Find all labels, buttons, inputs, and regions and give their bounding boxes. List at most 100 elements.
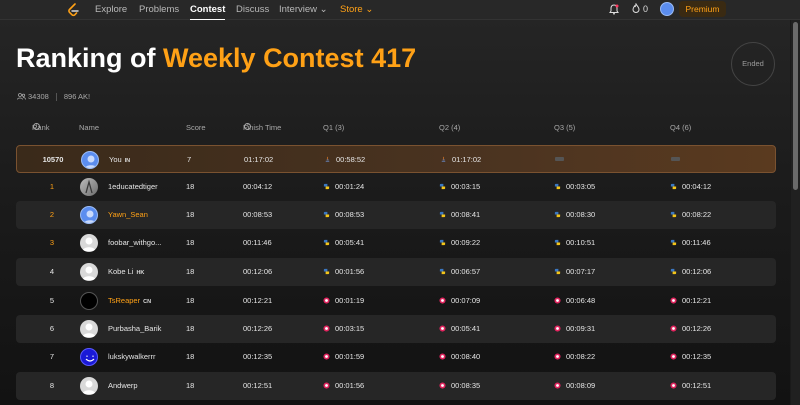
avatar[interactable] bbox=[80, 348, 98, 366]
default-avatar-icon bbox=[82, 323, 96, 337]
q3-time[interactable]: 00:08:30 bbox=[554, 201, 595, 229]
premium-button[interactable]: Premium bbox=[679, 1, 726, 17]
q1-time[interactable]: 00:05:41 bbox=[323, 229, 364, 257]
ranking-row[interactable]: 5 TsReaper CN 18 00:12:21 00:01:19 00:07:09 00:… bbox=[16, 287, 776, 315]
ranking-row[interactable]: 8 Andwerp 18 00:12:51 00:01:56 00:08:35 00:08:… bbox=[16, 372, 776, 400]
q3-time[interactable]: 00:06:48 bbox=[554, 287, 595, 315]
streak-counter[interactable]: 0 bbox=[632, 0, 648, 20]
username[interactable]: Yawn_Sean bbox=[108, 210, 148, 219]
username[interactable]: foobar_withgo... bbox=[108, 238, 161, 247]
submission-time: 00:08:09 bbox=[566, 381, 596, 390]
my-rank-row[interactable]: 10570 You IN 7 01:17:02 00:58:52 01:17:02 bbox=[16, 145, 776, 173]
avatar[interactable] bbox=[80, 377, 98, 395]
avatar[interactable] bbox=[80, 178, 98, 196]
nav-explore[interactable]: Explore bbox=[95, 0, 127, 20]
q2-time[interactable]: 00:05:41 bbox=[439, 315, 480, 343]
q2-time[interactable]: 00:06:57 bbox=[439, 258, 480, 286]
q1-time[interactable]: 00:08:53 bbox=[323, 201, 364, 229]
q1-time[interactable]: 00:01:24 bbox=[323, 173, 364, 201]
q2-time[interactable]: 01:17:02 bbox=[440, 146, 481, 174]
username[interactable]: 1educatedtiger bbox=[108, 182, 158, 191]
q2-time[interactable]: 00:08:41 bbox=[439, 201, 480, 229]
notification-bell-icon[interactable] bbox=[609, 4, 619, 15]
ranking-row[interactable]: 3 foobar_withgo... 18 00:11:46 00:05:41 00:09… bbox=[16, 229, 776, 257]
submission-time: 00:07:09 bbox=[451, 296, 481, 305]
q4-time[interactable]: 00:12:35 bbox=[670, 343, 711, 371]
username-cell[interactable]: Purbasha_Barik bbox=[108, 315, 161, 343]
q4-time[interactable]: 00:12:06 bbox=[670, 258, 711, 286]
q4-time[interactable]: 00:12:21 bbox=[670, 287, 711, 315]
info-icon[interactable]: i bbox=[33, 123, 40, 130]
q2-time[interactable]: 00:08:40 bbox=[439, 343, 480, 371]
page-scrollbar[interactable] bbox=[791, 20, 800, 405]
avatar[interactable] bbox=[80, 320, 98, 338]
python-icon bbox=[323, 183, 330, 190]
q3-time[interactable]: 00:07:17 bbox=[554, 258, 595, 286]
q1-time[interactable]: 00:01:56 bbox=[323, 372, 364, 400]
q4-time[interactable] bbox=[671, 146, 680, 174]
ranking-row[interactable]: 6 Purbasha_Barik 18 00:12:26 00:03:15 00:05:4… bbox=[16, 315, 776, 343]
nav-contest[interactable]: Contest bbox=[190, 0, 226, 21]
username[interactable]: Kobe Li bbox=[108, 267, 133, 276]
q4-time[interactable]: 00:11:46 bbox=[670, 229, 711, 257]
col-q1[interactable]: Q1 (3) bbox=[323, 123, 344, 132]
avatar[interactable] bbox=[80, 263, 98, 281]
username-cell[interactable]: Andwerp bbox=[108, 372, 138, 400]
q1-time[interactable]: 00:01:56 bbox=[323, 258, 364, 286]
q2-time[interactable]: 00:08:35 bbox=[439, 372, 480, 400]
q1-time[interactable]: 00:01:19 bbox=[323, 287, 364, 315]
q4-time[interactable]: 00:12:51 bbox=[670, 372, 711, 400]
q4-time[interactable]: 00:04:12 bbox=[670, 173, 711, 201]
q3-time[interactable]: 00:08:09 bbox=[554, 372, 595, 400]
col-q4[interactable]: Q4 (6) bbox=[670, 123, 691, 132]
username-cell[interactable]: 1educatedtiger bbox=[108, 173, 158, 201]
username-cell[interactable]: lukskywalkerrr bbox=[108, 343, 156, 371]
avatar[interactable] bbox=[81, 151, 99, 169]
col-q3[interactable]: Q3 (5) bbox=[554, 123, 575, 132]
username[interactable]: You bbox=[109, 155, 122, 164]
ranking-row[interactable]: 1 1educatedtiger 18 00:04:12 00:01:24 00:03:1… bbox=[16, 173, 776, 201]
scrollbar-thumb[interactable] bbox=[793, 22, 798, 190]
username[interactable]: TsReaper bbox=[108, 296, 140, 305]
q2-time[interactable]: 00:03:15 bbox=[439, 173, 480, 201]
cpp-icon bbox=[439, 353, 446, 360]
username[interactable]: lukskywalkerrr bbox=[108, 352, 156, 361]
nav-problems[interactable]: Problems bbox=[139, 0, 179, 20]
username-cell[interactable]: foobar_withgo... bbox=[108, 229, 161, 257]
nav-discuss[interactable]: Discuss bbox=[236, 0, 269, 20]
avatar[interactable] bbox=[80, 234, 98, 252]
rank-value: 3 bbox=[49, 238, 55, 247]
q3-time[interactable]: 00:09:31 bbox=[554, 315, 595, 343]
username-cell[interactable]: Kobe Li HK bbox=[108, 258, 144, 286]
leetcode-logo-icon[interactable] bbox=[66, 3, 80, 17]
ranking-row[interactable]: 4 Kobe Li HK 18 00:12:06 00:01:56 00:06:57 00:0… bbox=[16, 258, 776, 286]
username[interactable]: Andwerp bbox=[108, 381, 138, 390]
username-cell[interactable]: Yawn_Sean bbox=[108, 201, 148, 229]
q3-time[interactable]: 00:08:22 bbox=[554, 343, 595, 371]
q1-time[interactable]: 00:03:15 bbox=[323, 315, 364, 343]
q3-time[interactable]: 00:10:51 bbox=[554, 229, 595, 257]
fire-icon bbox=[632, 2, 640, 13]
info-icon[interactable]: i bbox=[244, 123, 251, 130]
q1-time[interactable]: 00:01:59 bbox=[323, 343, 364, 371]
q4-time[interactable]: 00:12:26 bbox=[670, 315, 711, 343]
ranking-row[interactable]: 7 lukskywalkerrr 18 00:12:35 00:01:59 00:08:4… bbox=[16, 343, 776, 371]
python-icon bbox=[439, 268, 446, 275]
username-cell[interactable]: TsReaper CN bbox=[108, 287, 151, 315]
col-q2[interactable]: Q2 (4) bbox=[439, 123, 460, 132]
user-avatar[interactable] bbox=[660, 2, 674, 16]
nav-store[interactable]: Store ⌄ bbox=[340, 0, 373, 20]
q2-time[interactable]: 00:07:09 bbox=[439, 287, 480, 315]
nav-interview[interactable]: Interview ⌄ bbox=[279, 0, 328, 20]
q4-time[interactable]: 00:08:22 bbox=[670, 201, 711, 229]
username-cell[interactable]: You IN bbox=[109, 146, 130, 174]
q1-time[interactable]: 00:58:52 bbox=[324, 146, 365, 174]
q3-time[interactable] bbox=[555, 146, 564, 174]
avatar[interactable] bbox=[80, 292, 98, 310]
q3-time[interactable]: 00:03:05 bbox=[554, 173, 595, 201]
avatar[interactable] bbox=[80, 206, 98, 224]
q2-time[interactable]: 00:09:22 bbox=[439, 229, 480, 257]
ranking-row[interactable]: 2 Yawn_Sean 18 00:08:53 00:08:53 00:08:41 00:0… bbox=[16, 201, 776, 229]
username[interactable]: Purbasha_Barik bbox=[108, 324, 161, 333]
python-icon bbox=[670, 268, 677, 275]
